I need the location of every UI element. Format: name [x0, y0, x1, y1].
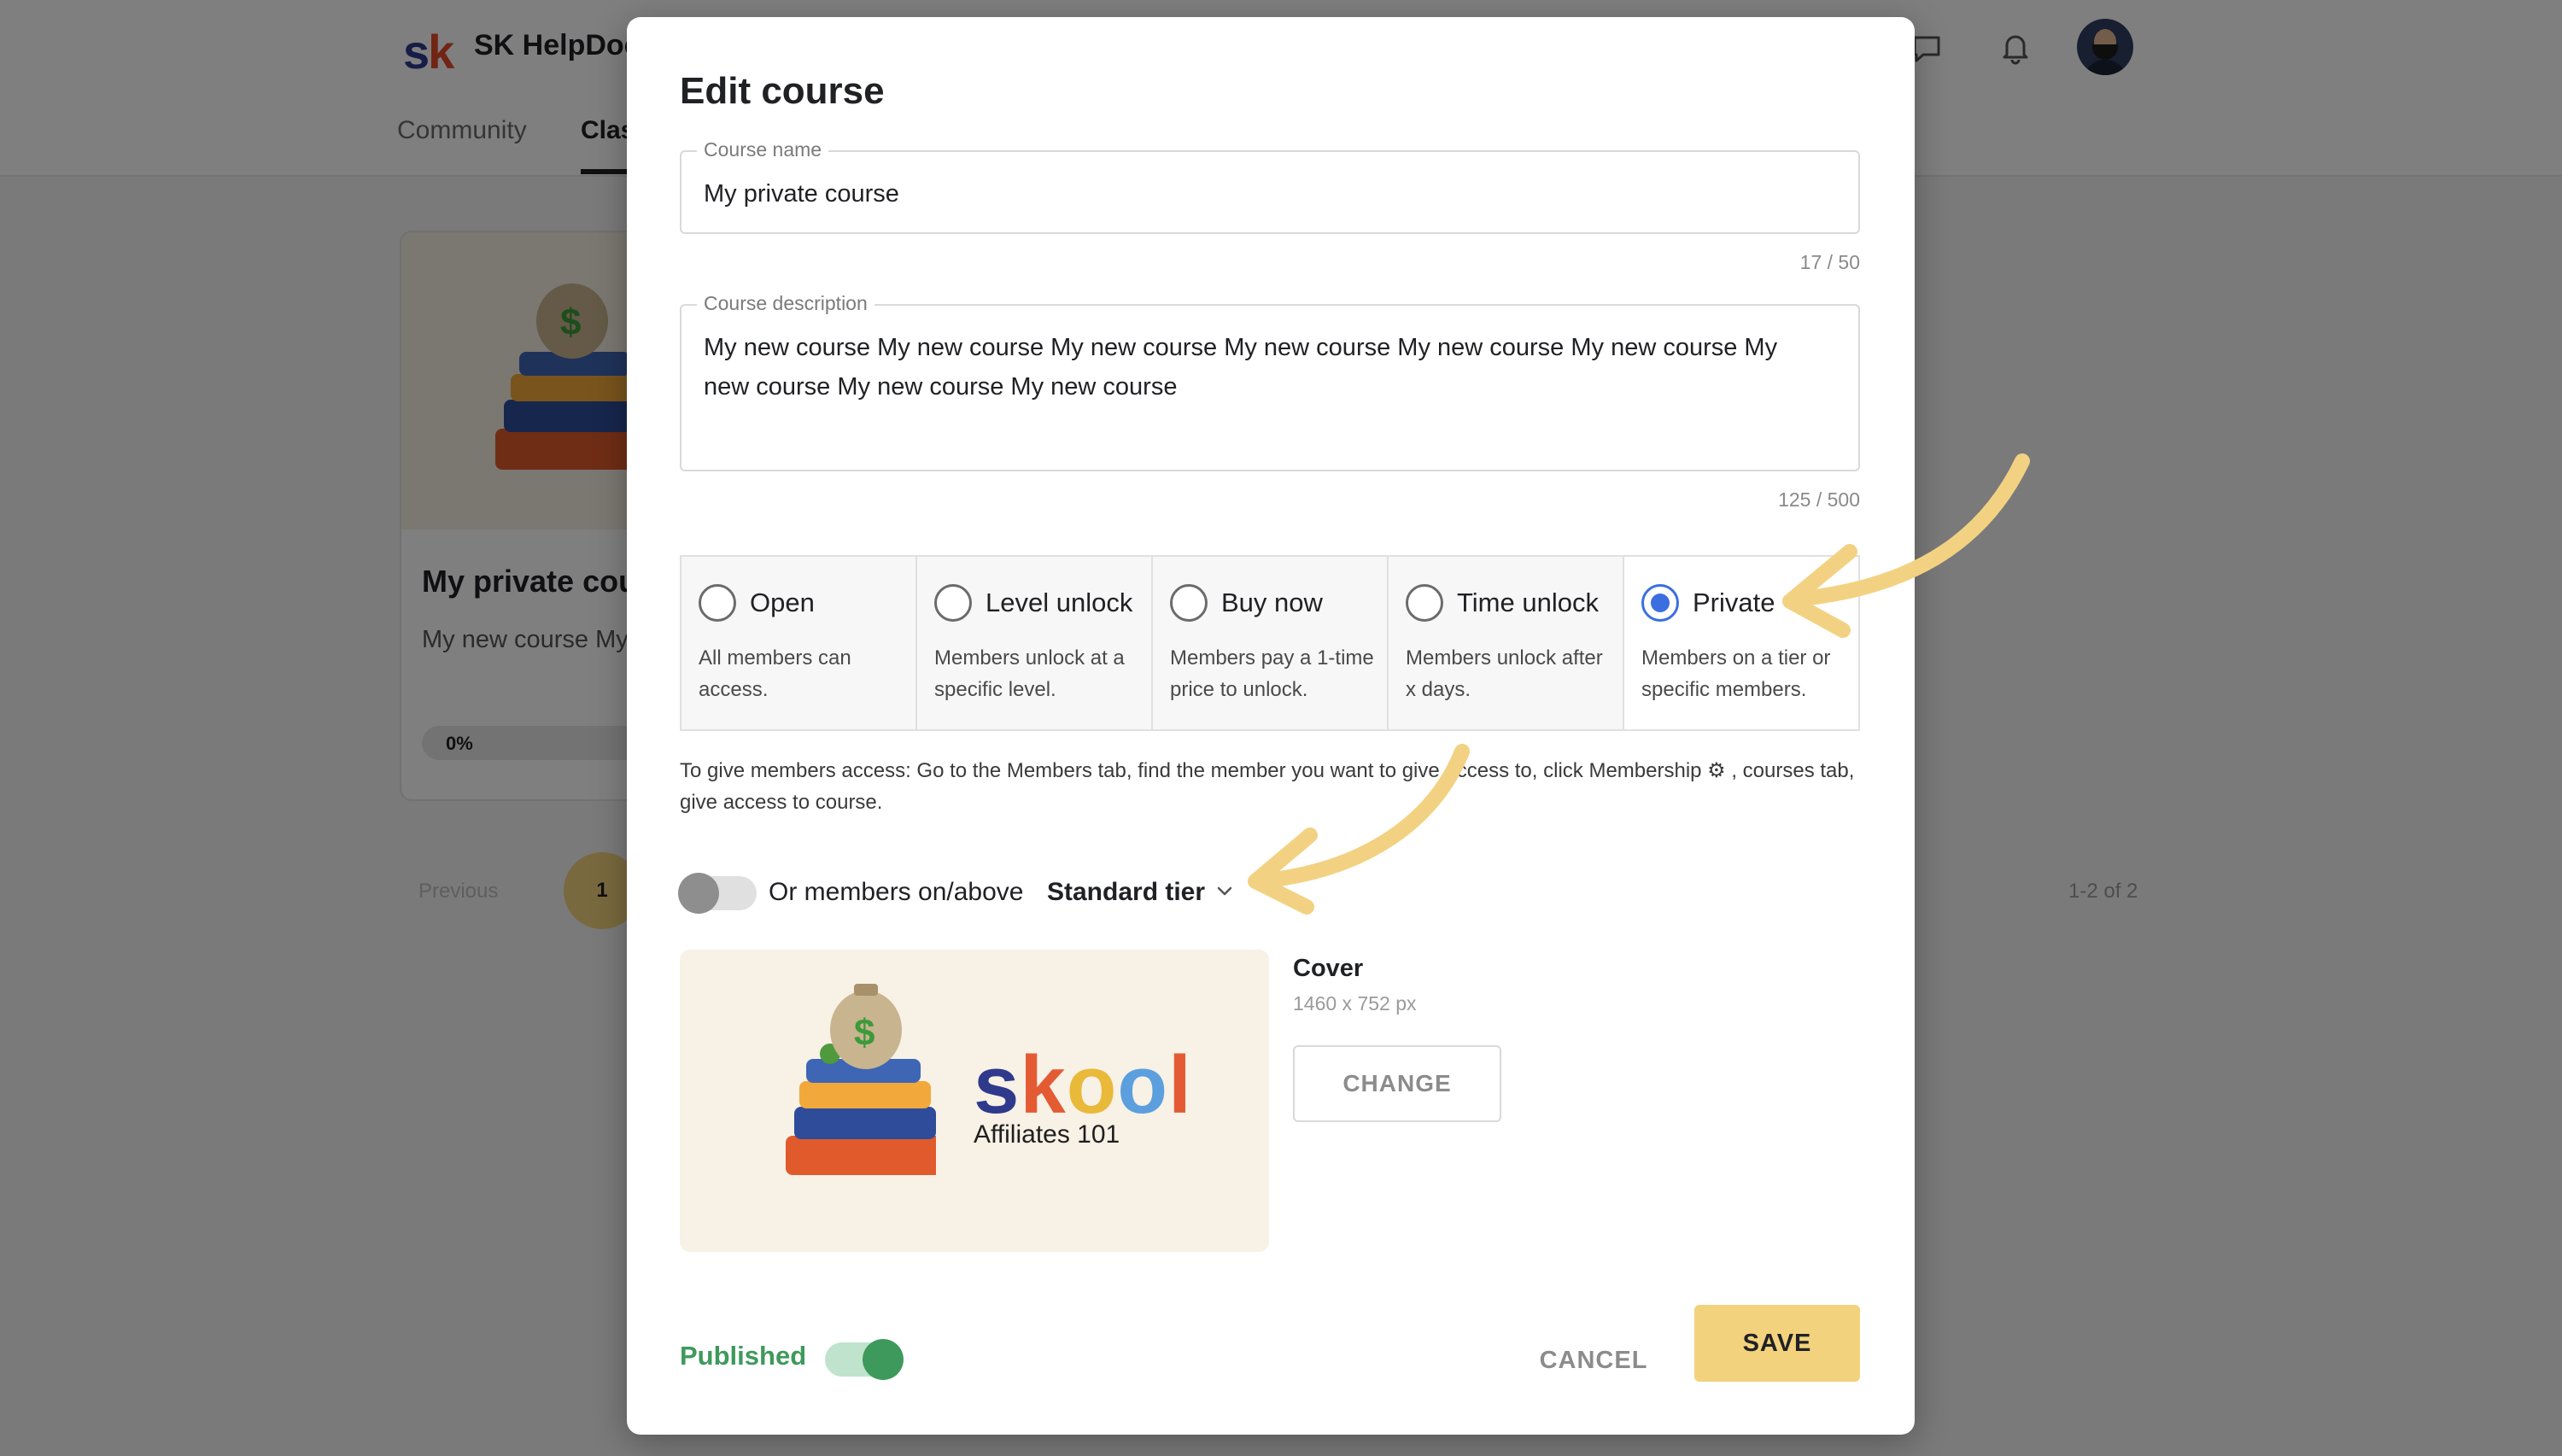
modal-title: Edit course: [680, 70, 885, 112]
change-cover-button[interactable]: CHANGE: [1293, 1045, 1501, 1122]
access-option-buy-now[interactable]: Buy now Members pay a 1-time price to un…: [1153, 557, 1389, 729]
access-option-private[interactable]: Private Members on a tier or specific me…: [1624, 557, 1858, 729]
access-option-time-unlock[interactable]: Time unlock Members unlock after x days.: [1389, 557, 1624, 729]
tier-access-toggle[interactable]: [678, 873, 757, 914]
course-description-field[interactable]: Course description My new course My new …: [680, 292, 1860, 471]
books-money-illustration: $: [786, 984, 936, 1175]
published-toggle[interactable]: [825, 1339, 904, 1380]
access-option-level-unlock[interactable]: Level unlock Members unlock at a specifi…: [917, 557, 1153, 729]
access-option-label: Time unlock: [1457, 588, 1599, 617]
published-label: Published: [680, 1341, 807, 1371]
access-option-desc: Members unlock after x days.: [1406, 646, 1603, 701]
course-description-counter: 125 / 500: [1778, 488, 1860, 511]
access-option-label: Open: [750, 588, 815, 617]
access-instructions: To give members access: Go to the Member…: [680, 759, 1855, 814]
cover-subtitle: Affiliates 101: [974, 1120, 1120, 1149]
cover-brand-text: skool: [974, 1039, 1192, 1131]
cover-image: $ skool Affiliates 101: [680, 950, 1269, 1252]
access-option-desc: All members can access.: [699, 646, 851, 701]
radio-buy-now[interactable]: [1170, 584, 1208, 622]
access-option-desc: Members pay a 1-time price to unlock.: [1170, 646, 1374, 701]
access-options: Open All members can access. Level unloc…: [680, 555, 1860, 731]
course-description-input[interactable]: My new course My new course My new cours…: [704, 328, 1824, 406]
cover-title: Cover: [1293, 955, 1364, 982]
access-option-desc: Members unlock at a specific level.: [934, 646, 1125, 701]
access-option-label: Level unlock: [986, 588, 1133, 617]
access-option-desc: Members on a tier or specific members.: [1641, 646, 1831, 701]
save-button[interactable]: SAVE: [1694, 1305, 1860, 1382]
edit-course-modal: Edit course Course name My private cours…: [627, 17, 1915, 1435]
radio-time-unlock[interactable]: [1406, 584, 1443, 622]
access-option-open[interactable]: Open All members can access.: [681, 557, 917, 729]
radio-private[interactable]: [1641, 584, 1679, 622]
chevron-down-icon[interactable]: [1211, 878, 1238, 905]
radio-level-unlock[interactable]: [934, 584, 972, 622]
course-name-label: Course name: [697, 138, 829, 161]
course-description-label: Course description: [697, 292, 874, 315]
course-name-input[interactable]: My private course: [704, 174, 1824, 213]
cover-dimensions: 1460 x 752 px: [1293, 992, 1417, 1015]
tier-access-label: Or members on/above: [769, 878, 1024, 906]
svg-text:$: $: [854, 1012, 874, 1054]
tier-select[interactable]: Standard tier: [1047, 878, 1205, 907]
course-name-counter: 17 / 50: [1799, 251, 1860, 273]
radio-open[interactable]: [699, 584, 736, 622]
cancel-button[interactable]: CANCEL: [1524, 1324, 1664, 1397]
access-option-label: Buy now: [1221, 588, 1323, 617]
access-option-label: Private: [1693, 588, 1775, 617]
course-name-field[interactable]: Course name My private course: [680, 138, 1860, 234]
